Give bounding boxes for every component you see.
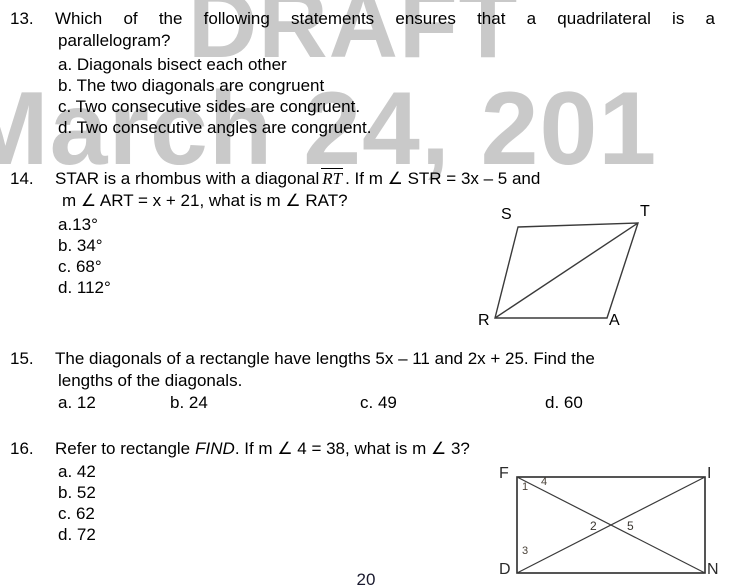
question-16-stem-pre: Refer to rectangle [55, 439, 191, 458]
rectangle-vertex-label-i: I [707, 465, 712, 482]
question-16-option-d[interactable]: d. 72 [58, 524, 96, 545]
diagonal-rt [494, 222, 639, 319]
question-14-stem-line2: m ∠ ART = x + 21, what is m ∠ RAT? [62, 191, 348, 210]
segment-rt-overline: RT [321, 168, 344, 188]
figure-rectangle-find: F I D N 1 4 2 5 3 [490, 462, 732, 588]
question-14-number: 14. [10, 169, 34, 188]
question-16-option-a[interactable]: a. 42 [58, 461, 96, 482]
figure-rhombus-star: S T R A [470, 203, 670, 335]
question-13-option-d[interactable]: d. Two consecutive angles are congruent. [58, 117, 371, 138]
question-14-option-c[interactable]: c. 68° [58, 256, 102, 277]
question-15-option-c[interactable]: c. 49 [360, 392, 397, 413]
question-16-number: 16. [10, 439, 34, 458]
rectangle-vertex-label-d: D [499, 561, 511, 578]
rhombus-vertex-label-a: A [609, 312, 620, 329]
question-14-stem-post: . If m ∠ STR = 3x – 5 and [345, 169, 541, 188]
question-13-option-b[interactable]: b. The two diagonals are congruent [58, 75, 324, 96]
worksheet-page: DRAFT March 24, 201 13. Which of the fol… [0, 0, 732, 588]
question-15-number: 15. [10, 349, 34, 368]
question-14-option-a[interactable]: a.13° [58, 214, 98, 235]
question-15-option-d[interactable]: d. 60 [545, 392, 583, 413]
question-13-stem-line1: Which of the following statements ensure… [55, 9, 715, 28]
question-13-option-a[interactable]: a. Diagonals bisect each other [58, 54, 287, 75]
rectangle-angle-label-3: 3 [522, 545, 529, 557]
rectangle-angle-label-5: 5 [627, 519, 634, 533]
question-14-option-d[interactable]: d. 112° [58, 277, 111, 298]
question-15-option-b[interactable]: b. 24 [170, 392, 208, 413]
rectangle-vertex-label-n: N [707, 561, 719, 578]
rhombus-vertex-label-r: R [478, 312, 490, 329]
rectangle-vertex-label-f: F [499, 465, 509, 482]
rectangle-name-find: FIND [195, 439, 235, 458]
rhombus-star-svg [494, 222, 639, 319]
question-13-stem-line2: parallelogram? [58, 31, 171, 50]
question-14-option-b[interactable]: b. 34° [58, 235, 103, 256]
rectangle-angle-label-2: 2 [590, 519, 597, 533]
question-15-stem-line1: The diagonals of a rectangle have length… [55, 349, 595, 368]
rectangle-angle-label-4: 4 [541, 476, 548, 488]
rhombus-vertex-label-s: S [501, 206, 512, 223]
question-15-option-a[interactable]: a. 12 [58, 392, 96, 413]
rectangle-angle-label-1: 1 [522, 481, 529, 493]
question-16-option-c[interactable]: c. 62 [58, 503, 95, 524]
question-13-option-c[interactable]: c. Two consecutive sides are congruent. [58, 96, 360, 117]
question-14-stem-line1: STAR is a rhombus with a diagonal RT. If … [55, 168, 540, 190]
rhombus-vertex-label-t: T [640, 203, 650, 220]
question-15-stem-line2: lengths of the diagonals. [58, 371, 243, 390]
question-16-stem-line1: Refer to rectangle FIND. If m ∠ 4 = 38, w… [55, 438, 470, 460]
question-16-stem-post: . If m ∠ 4 = 38, what is m ∠ 3? [234, 439, 470, 458]
question-14-stem-pre: STAR is a rhombus with a diagonal [55, 169, 320, 188]
question-16-option-b[interactable]: b. 52 [58, 482, 96, 503]
question-13-number: 13. [10, 9, 34, 28]
